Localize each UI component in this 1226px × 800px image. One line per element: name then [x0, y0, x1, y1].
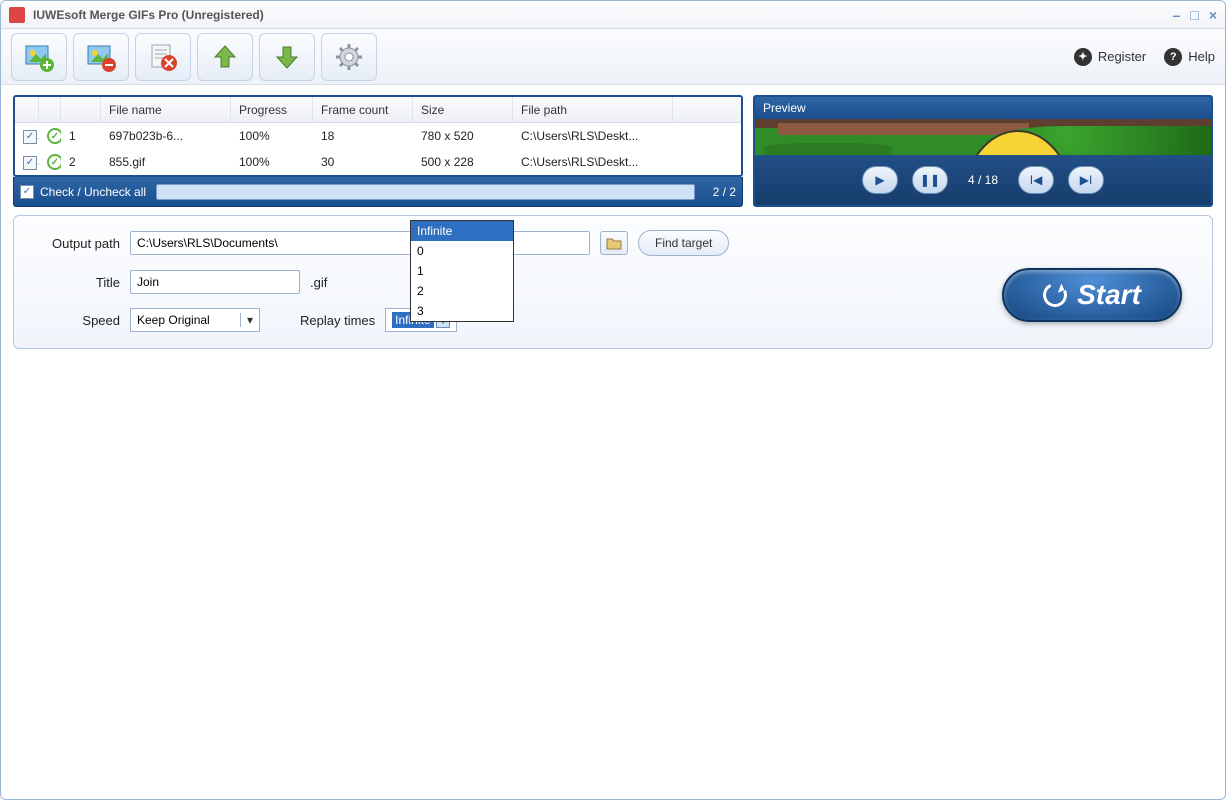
table-row[interactable]: ✓ ✓ 1 697b023b-6... 100% 18 780 x 520 C:… [15, 123, 741, 149]
replay-option[interactable]: 0 [411, 241, 513, 261]
col-size[interactable]: Size [413, 97, 513, 122]
col-framecount[interactable]: Frame count [313, 97, 413, 122]
titlebar: IUWEsoft Merge GIFs Pro (Unregistered) –… [1, 1, 1225, 29]
add-file-button[interactable] [11, 33, 67, 81]
key-icon: ✦ [1074, 48, 1092, 66]
title-input[interactable] [130, 270, 300, 294]
close-button[interactable]: × [1209, 7, 1217, 23]
preview-image [755, 119, 1211, 155]
preview-label: Preview [755, 97, 1211, 119]
minimize-button[interactable]: – [1173, 7, 1181, 23]
output-settings: Infinite 0 1 2 3 Output path Find target… [13, 215, 1213, 349]
file-count: 2 / 2 [713, 185, 736, 199]
settings-button[interactable] [321, 33, 377, 81]
playback-controls: ▶ ❚❚ 4 / 18 I◀ ▶I [755, 155, 1211, 205]
progress-slot [156, 184, 695, 200]
replay-dropdown-popup: Infinite 0 1 2 3 [410, 220, 514, 322]
app-window: IUWEsoft Merge GIFs Pro (Unregistered) –… [0, 0, 1226, 800]
next-frame-button[interactable]: ▶I [1068, 166, 1104, 194]
move-up-button[interactable] [197, 33, 253, 81]
output-path-label: Output path [30, 236, 120, 251]
chevron-down-icon: ▾ [240, 313, 253, 327]
remove-file-button[interactable] [73, 33, 129, 81]
output-path-input[interactable] [130, 231, 590, 255]
check-all-checkbox[interactable]: ✓ [20, 185, 34, 199]
maximize-button[interactable]: □ [1190, 7, 1198, 23]
row-checkbox[interactable]: ✓ [23, 130, 37, 144]
refresh-icon [1040, 280, 1071, 311]
help-icon: ? [1164, 48, 1182, 66]
title-suffix: .gif [310, 275, 327, 290]
clear-list-button[interactable] [135, 33, 191, 81]
check-all-bar: ✓ Check / Uncheck all 2 / 2 [13, 177, 743, 207]
find-target-button[interactable]: Find target [638, 230, 729, 256]
replay-option[interactable]: Infinite [411, 221, 513, 241]
replay-option[interactable]: 2 [411, 281, 513, 301]
replay-option[interactable]: 1 [411, 261, 513, 281]
title-label: Title [30, 275, 120, 290]
help-link[interactable]: ?Help [1164, 48, 1215, 66]
col-progress[interactable]: Progress [231, 97, 313, 122]
status-ok-icon: ✓ [47, 128, 61, 144]
replay-option[interactable]: 3 [411, 301, 513, 321]
frame-position: 4 / 18 [968, 173, 998, 187]
prev-frame-button[interactable]: I◀ [1018, 166, 1054, 194]
browse-folder-button[interactable] [600, 231, 628, 255]
file-table: File name Progress Frame count Size File… [13, 95, 743, 177]
preview-panel: Preview ▶ ❚❚ 4 / 18 I◀ ▶I [753, 95, 1213, 207]
app-icon [9, 7, 25, 23]
speed-label: Speed [30, 313, 120, 328]
replay-label: Replay times [300, 313, 375, 328]
pause-button[interactable]: ❚❚ [912, 166, 948, 194]
table-row[interactable]: ✓ ✓ 2 855.gif 100% 30 500 x 228 C:\Users… [15, 149, 741, 175]
toolbar: ✦Register ?Help [1, 29, 1225, 85]
start-button[interactable]: Start [1002, 268, 1182, 322]
play-button[interactable]: ▶ [862, 166, 898, 194]
window-title: IUWEsoft Merge GIFs Pro (Unregistered) [33, 8, 264, 22]
speed-dropdown[interactable]: Keep Original▾ [130, 308, 260, 332]
col-filepath[interactable]: File path [513, 97, 673, 122]
move-down-button[interactable] [259, 33, 315, 81]
row-checkbox[interactable]: ✓ [23, 156, 37, 170]
check-all-label: Check / Uncheck all [40, 185, 146, 199]
col-filename[interactable]: File name [101, 97, 231, 122]
register-link[interactable]: ✦Register [1074, 48, 1146, 66]
status-ok-icon: ✓ [47, 154, 61, 170]
